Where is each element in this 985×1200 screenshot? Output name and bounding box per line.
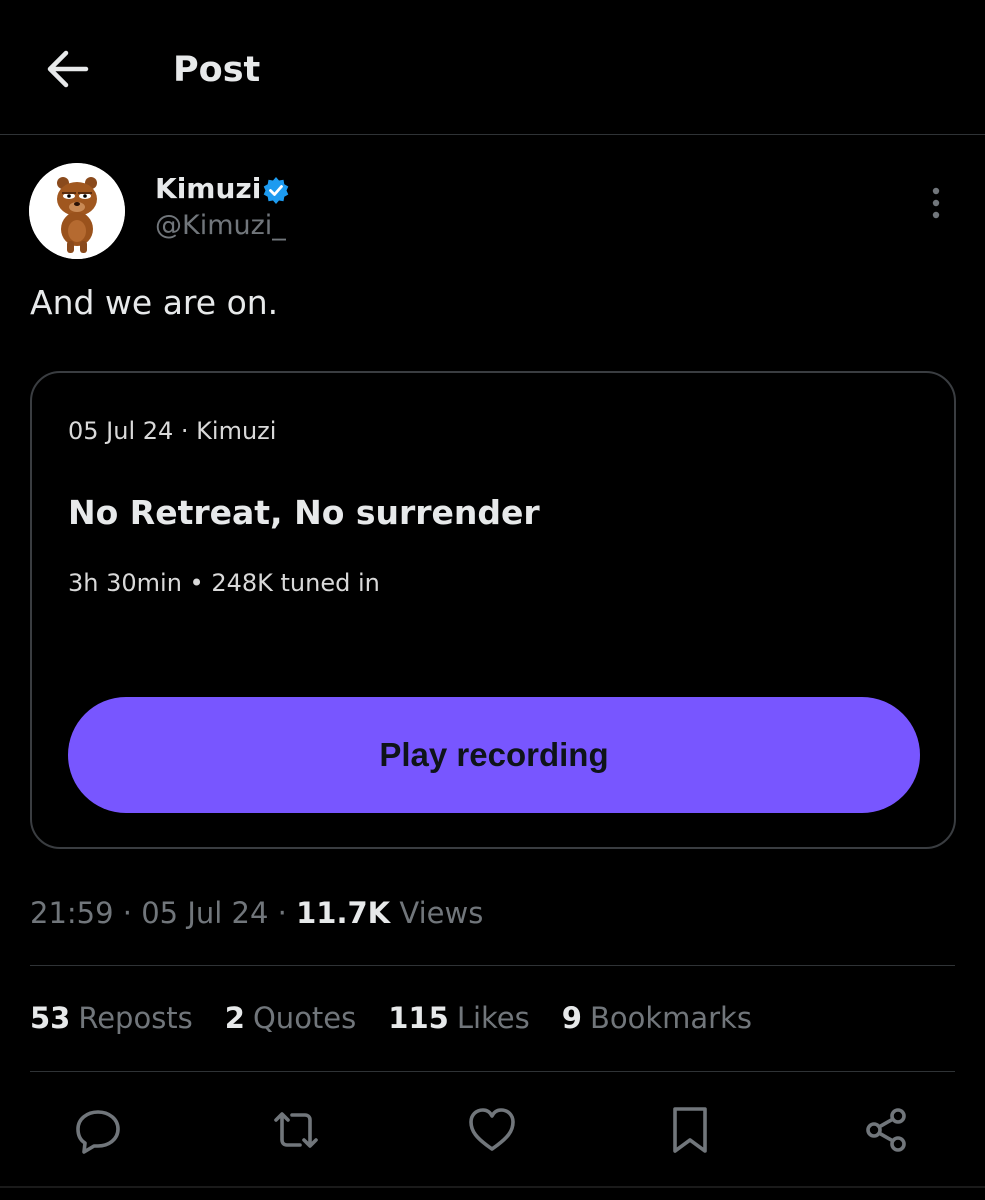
reply-icon[interactable] [72,1104,124,1156]
bookmark-icon[interactable] [664,1104,716,1156]
reposts-stat[interactable]: 53 Reposts [30,1001,193,1035]
views-count: 11.7K [296,896,391,930]
likes-stat[interactable]: 115 Likes [388,1001,529,1035]
quotes-stat[interactable]: 2 Quotes [225,1001,356,1035]
divider [30,1071,955,1072]
more-options-icon[interactable] [920,185,952,221]
bookmarks-stat[interactable]: 9 Bookmarks [562,1001,752,1035]
top-bar: Post [0,0,985,135]
arrow-left-icon[interactable] [44,48,90,90]
page-title: Post [173,50,261,90]
post-timestamp: 21:59 · 05 Jul 24 · 11.7K Views [30,896,483,930]
play-recording-button[interactable]: Play recording [68,697,920,813]
space-recording-card[interactable]: 05 Jul 24 · Kimuzi No Retreat, No surren… [30,371,956,849]
author-name[interactable]: Kimuzi [155,172,261,205]
engagement-stats: 53 Reposts 2 Quotes 115 Likes 9 Bookmarks [30,1001,752,1035]
share-icon[interactable] [860,1104,912,1156]
time-date: 21:59 · 05 Jul 24 · [30,896,297,930]
like-icon[interactable] [466,1104,518,1156]
divider [30,965,955,966]
space-title: No Retreat, No surrender [68,493,540,532]
avatar[interactable] [29,163,125,259]
views-label: Views [390,896,484,930]
repost-icon[interactable] [270,1104,322,1156]
bottom-divider [0,1186,985,1188]
author-handle[interactable]: @Kimuzi_ [155,210,286,241]
space-stats: 3h 30min • 248K tuned in [68,569,380,597]
post-text: And we are on. [30,283,279,322]
space-meta: 05 Jul 24 · Kimuzi [68,417,277,445]
verified-badge-icon [262,176,290,204]
